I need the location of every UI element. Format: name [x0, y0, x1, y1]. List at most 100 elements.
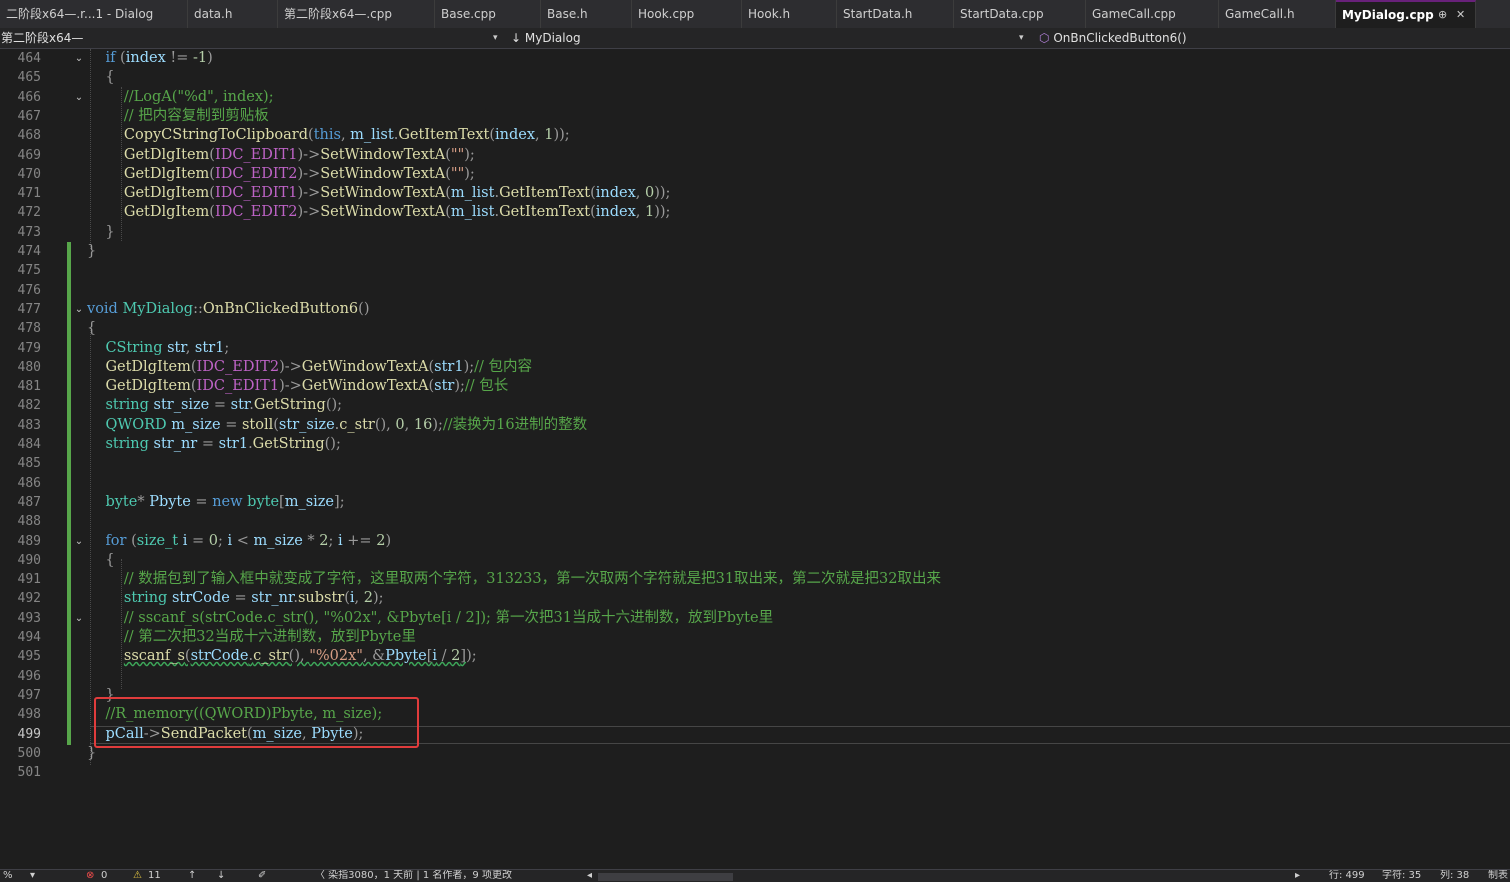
line-number: 490 — [17, 552, 41, 568]
tab-mydialog-cpp[interactable]: MyDialog.cpp ⊕ ✕ — [1336, 0, 1476, 28]
zoom-level[interactable]: % — [3, 870, 13, 882]
code-token: c_str — [339, 416, 375, 433]
up-arrow-icon[interactable]: ↑ — [188, 870, 196, 882]
code-token: IDC_EDIT2 — [214, 165, 298, 182]
char-indicator[interactable]: 字符: 35 — [1382, 870, 1421, 882]
tab-hook-cpp[interactable]: Hook.cpp — [632, 0, 742, 28]
code-line[interactable]: 493 ⌄ // sscanf_s(strCode.c_str(), "%02x"… — [0, 609, 1510, 628]
code-line[interactable]: 471 GetDlgItem(IDC_EDIT1)->SetWindowText… — [0, 184, 1510, 203]
code-line[interactable]: 465 { — [0, 68, 1510, 87]
code-line[interactable]: 489 ⌄ for (size_t i = 0; i < m_size * 2; … — [0, 532, 1510, 551]
class-dropdown[interactable]: ↓ MyDialog ▾ — [511, 28, 1031, 48]
close-icon[interactable]: ✕ — [1456, 2, 1465, 28]
code-token: // 包长 — [464, 378, 509, 395]
code-line[interactable]: 481 GetDlgItem(IDC_EDIT1)->GetWindowText… — [0, 377, 1510, 396]
tab-base-h[interactable]: Base.h — [541, 0, 632, 28]
code-line[interactable]: 480 GetDlgItem(IDC_EDIT2)->GetWindowText… — [0, 358, 1510, 377]
fold-chevron-icon[interactable]: ⌄ — [73, 532, 85, 551]
line-number: 482 — [17, 398, 41, 414]
code-line[interactable]: 467 // 把内容复制到剪贴板 — [0, 107, 1510, 126]
line-indicator[interactable]: 行: 499 — [1329, 870, 1365, 882]
error-count[interactable]: 0 — [101, 870, 107, 882]
warning-count[interactable]: 11 — [148, 870, 161, 882]
scroll-right-icon[interactable]: ▸ — [1295, 870, 1300, 882]
code-line[interactable]: 483 QWORD m_size = stoll(str_size.c_str(… — [0, 416, 1510, 435]
code-token: ); — [432, 416, 443, 433]
code-token: str1 — [434, 358, 464, 375]
code-line[interactable]: 478 { — [0, 319, 1510, 338]
code-line[interactable]: 495 sscanf_s(strCode.c_str(), "%02x", &P… — [0, 647, 1510, 666]
code-line[interactable]: 484 string str_nr = str1.GetString(); — [0, 435, 1510, 454]
code-line[interactable]: 494 // 第二次把32当成十六进制数，放到Pbyte里 — [0, 628, 1510, 647]
brush-icon[interactable]: ✐ — [258, 870, 266, 882]
line-number: 472 — [17, 205, 41, 221]
code-line[interactable]: 469 GetDlgItem(IDC_EDIT1)->SetWindowText… — [0, 146, 1510, 165]
tab-startdata-h[interactable]: StartData.h — [837, 0, 954, 28]
code-token: GetString — [252, 436, 325, 452]
warning-icon[interactable]: ⚠ — [133, 870, 142, 882]
code-line[interactable]: 491 // 数据包到了输入框中就变成了字符，这里取两个字符，313233，第一… — [0, 570, 1510, 589]
code-line[interactable]: 475 — [0, 261, 1510, 280]
code-token: GetDlgItem — [123, 165, 210, 182]
tab-dialog-resource[interactable]: 二阶段x64—.r...1 - Dialog — [0, 0, 188, 28]
indent-mode[interactable]: 制表 — [1488, 870, 1508, 882]
code-line[interactable]: 470 GetDlgItem(IDC_EDIT2)->SetWindowText… — [0, 165, 1510, 184]
code-line[interactable]: 486 — [0, 474, 1510, 493]
tab-gamecall-h[interactable]: GameCall.h — [1219, 0, 1336, 28]
code-line[interactable]: 490 { — [0, 551, 1510, 570]
code-token: str_size — [278, 416, 335, 433]
code-token: string — [105, 397, 149, 414]
code-line[interactable]: 487 byte* Pbyte = new byte[m_size]; — [0, 493, 1510, 512]
code-token: // 数据包到了输入框中就变成了字符，这里取两个字符，313233，第一次取两个… — [123, 571, 942, 588]
code-editor[interactable]: 464 ⌄ if (index != -1) 465 {466 ⌄ //LogA("%… — [0, 49, 1510, 869]
fold-chevron-icon[interactable]: ⌄ — [73, 49, 85, 68]
code-token: GetItemText — [499, 185, 591, 202]
code-token: )-> — [297, 185, 321, 202]
fold-chevron-icon[interactable]: ⌄ — [73, 609, 85, 628]
horizontal-scrollbar-thumb[interactable] — [598, 873, 733, 881]
code-line[interactable]: 496 — [0, 667, 1510, 686]
tab-base-cpp[interactable]: Base.cpp — [435, 0, 541, 28]
code-line[interactable]: 485 — [0, 454, 1510, 473]
code-line[interactable]: 477 ⌄ void MyDialog::OnBnClickedButton6() — [0, 300, 1510, 319]
code-token: // sscanf_s(strCode.c_str(), "%02x", &Pb… — [123, 609, 774, 626]
errors-icon[interactable]: ⊗ — [86, 870, 94, 882]
method-dropdown[interactable]: ⬡ OnBnClickedButton6() — [1039, 28, 1509, 48]
code-line[interactable]: 464 ⌄ if (index != -1) — [0, 49, 1510, 68]
pin-icon[interactable]: ⊕ — [1438, 2, 1447, 28]
column-indicator[interactable]: 列: 38 — [1440, 870, 1469, 882]
tab-main-cpp[interactable]: 第二阶段x64—.cpp — [278, 0, 435, 28]
zoom-dropdown-icon[interactable]: ▾ — [30, 870, 35, 882]
class-name: MyDialog — [524, 31, 581, 45]
line-number: 494 — [17, 630, 41, 645]
fold-chevron-icon[interactable]: ⌄ — [73, 88, 85, 107]
code-line[interactable]: 476 — [0, 281, 1510, 300]
code-line[interactable]: 473 } — [0, 223, 1510, 242]
code-line[interactable]: 501 — [0, 763, 1510, 782]
tab-data-h[interactable]: data.h — [188, 0, 278, 28]
code-token: 2 — [363, 590, 373, 607]
code-token: stoll — [241, 416, 274, 433]
tab-gamecall-cpp[interactable]: GameCall.cpp — [1086, 0, 1219, 28]
code-line[interactable]: 492 string strCode = str_nr.substr(i, 2)… — [0, 589, 1510, 608]
scroll-left-icon[interactable]: ◂ — [587, 870, 592, 882]
tab-hook-h[interactable]: Hook.h — [742, 0, 837, 28]
code-line[interactable]: 479 CString str, str1; — [0, 339, 1510, 358]
code-line[interactable]: 466 ⌄ //LogA("%d", index); — [0, 88, 1510, 107]
code-line[interactable]: 468 CopyCStringToClipboard(this, m_list.… — [0, 126, 1510, 145]
code-token: -1 — [192, 50, 208, 66]
tab-startdata-cpp[interactable]: StartData.cpp — [954, 0, 1086, 28]
git-blame-info[interactable]: 〈 染指3080，1 天前 | 1 名作者，9 项更改 — [315, 870, 512, 882]
code-token: str_size — [153, 397, 210, 414]
code-token: m_size — [171, 416, 221, 433]
project-dropdown[interactable]: 第二阶段x64— ▾ — [1, 28, 504, 48]
down-arrow-icon[interactable]: ↓ — [217, 870, 225, 882]
code-token: "" — [450, 165, 465, 182]
fold-chevron-icon[interactable]: ⌄ — [73, 300, 85, 319]
code-line[interactable]: 474} — [0, 242, 1510, 261]
code-line[interactable]: 482 string str_size = str.GetString(); — [0, 396, 1510, 415]
code-line[interactable]: 472 GetDlgItem(IDC_EDIT2)->SetWindowText… — [0, 203, 1510, 222]
code-line[interactable]: 488 — [0, 512, 1510, 531]
